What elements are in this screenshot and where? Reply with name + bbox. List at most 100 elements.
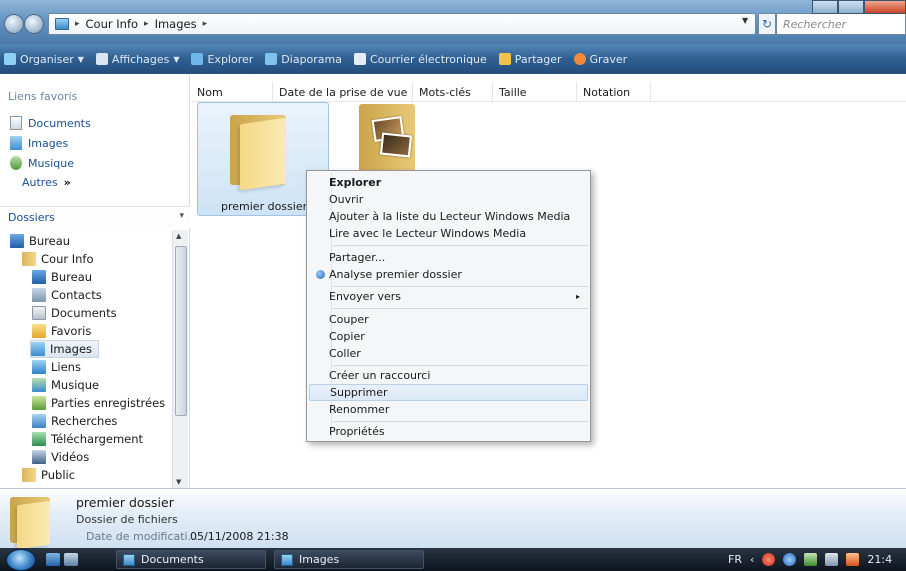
column-rating[interactable]: Notation (577, 82, 651, 102)
menu-item-supprimer[interactable]: Supprimer (309, 384, 588, 401)
tree-item-images[interactable]: Images (30, 340, 100, 358)
menu-item-copier[interactable]: Copier (309, 328, 588, 345)
scrollbar-thumb[interactable] (175, 246, 187, 416)
show-desktop-icon[interactable] (46, 553, 60, 566)
menu-item-ouvrir[interactable]: Ouvrir (309, 191, 588, 208)
menu-item-explorer[interactable]: Explorer (309, 174, 588, 191)
task-documents[interactable]: Documents (116, 550, 266, 569)
favorite-documents-label: Documents (28, 116, 91, 130)
security-icon[interactable] (762, 553, 776, 566)
menu-item-analyse[interactable]: Analyse premier dossier (309, 266, 588, 283)
slideshow-button[interactable]: Diaporama (265, 53, 342, 66)
forward-button[interactable] (24, 14, 44, 34)
favorite-music-label: Musique (28, 156, 74, 170)
tree-item-musique[interactable]: Musique (32, 376, 99, 394)
music-icon (10, 156, 22, 170)
views-button[interactable]: Affichages ▼ (95, 52, 179, 66)
tree-item-parties-enregistrees[interactable]: Parties enregistrées (32, 394, 165, 412)
column-name[interactable]: Nom (191, 82, 273, 102)
email-button[interactable]: Courrier électronique (354, 53, 487, 66)
tree-item-label: Bureau (51, 270, 93, 284)
favorite-documents[interactable]: Documents (10, 116, 91, 130)
switch-windows-icon[interactable] (64, 553, 78, 566)
column-size[interactable]: Taille (493, 82, 577, 102)
menu-item-partager[interactable]: Partager... (309, 249, 588, 266)
search-input[interactable]: Rechercher (776, 13, 906, 35)
tree-item-public[interactable]: Public (22, 466, 75, 484)
menu-item-proprietes[interactable]: Propriétés (309, 423, 588, 440)
document-icon (32, 306, 46, 320)
menu-item-renommer[interactable]: Renommer (309, 401, 588, 418)
favorite-music[interactable]: Musique (10, 156, 74, 170)
menu-item-lire-lecteur[interactable]: Lire avec le Lecteur Windows Media (309, 225, 588, 242)
tree-item-liens[interactable]: Liens (32, 358, 81, 376)
tray-expand-icon[interactable]: ‹ (750, 553, 754, 566)
video-icon (32, 450, 46, 464)
tree-item-bureau[interactable]: Bureau (10, 232, 70, 250)
menu-item-ajouter-lecteur[interactable]: Ajouter à la liste du Lecteur Windows Me… (309, 208, 588, 225)
breadcrumb-cour-info[interactable]: Cour Info (86, 17, 139, 31)
start-button[interactable] (6, 549, 36, 571)
organize-button[interactable]: Organiser ▼ (4, 53, 84, 66)
breadcrumb-arrow-icon: ▸ (202, 19, 208, 29)
tree-item-contacts[interactable]: Contacts (32, 286, 102, 304)
photo-thumbnail (379, 132, 413, 158)
tree-item-documents[interactable]: Documents (32, 304, 117, 322)
power-icon[interactable] (846, 553, 860, 566)
explore-button[interactable]: Explorer (191, 53, 253, 66)
burn-button[interactable]: Graver (573, 53, 627, 66)
minimize-button[interactable] (812, 0, 838, 14)
tree-item-label: Vidéos (51, 450, 90, 464)
menu-item-couper[interactable]: Couper (309, 311, 588, 328)
clock[interactable]: 21:4 (867, 553, 892, 566)
favorite-images[interactable]: Images (10, 136, 68, 150)
tree-item-label: Documents (51, 306, 117, 320)
photo-folder-icon[interactable] (359, 104, 415, 174)
column-date-taken[interactable]: Date de la prise de vue (273, 82, 413, 102)
tree-item-videos[interactable]: Vidéos (32, 448, 89, 466)
scroll-down-icon[interactable]: ▼ (176, 478, 181, 486)
folders-header[interactable]: Dossiers ▾ (0, 206, 190, 228)
views-label: Affichages (111, 52, 170, 66)
task-images[interactable]: Images (274, 550, 424, 569)
volume-icon[interactable] (825, 553, 839, 566)
tree-item-cour-info[interactable]: Cour Info (22, 250, 94, 268)
title-bar: ▸ Cour Info ▸ Images ▸ ▼ ↻ Rechercher (0, 0, 906, 44)
favorites-more-button[interactable]: Autres » (22, 176, 71, 189)
folder-icon (123, 553, 135, 566)
address-bar[interactable]: ▸ Cour Info ▸ Images ▸ (48, 13, 756, 35)
close-button[interactable] (864, 0, 906, 14)
window-controls (812, 0, 906, 14)
burn-icon (573, 53, 586, 65)
language-indicator[interactable]: FR (728, 553, 742, 566)
tree-item-label: Recherches (51, 414, 118, 428)
tree-item-label: Bureau (29, 234, 71, 248)
tree-item-favoris[interactable]: Favoris (32, 322, 91, 340)
breadcrumb-arrow-icon: ▸ (75, 19, 80, 29)
column-tags[interactable]: Mots-clés (413, 82, 493, 102)
menu-item-creer-raccourci[interactable]: Créer un raccourci (309, 367, 588, 384)
document-icon (10, 116, 22, 130)
tree-item-label: Musique (51, 378, 100, 392)
menu-item-envoyer-vers[interactable]: Envoyer vers ▸ (309, 288, 588, 305)
folder-tree-scrollbar[interactable]: ▲ ▼ (172, 230, 188, 488)
tree-item-recherches[interactable]: Recherches (32, 412, 117, 430)
scroll-up-icon[interactable]: ▲ (176, 232, 181, 240)
chevron-down-icon[interactable]: ▾ (179, 211, 184, 221)
refresh-icon[interactable]: ↻ (758, 13, 776, 35)
breadcrumb-images[interactable]: Images (155, 17, 197, 31)
back-button[interactable] (4, 14, 24, 34)
folder-icon (22, 468, 36, 482)
folder-icon (281, 553, 293, 566)
antivirus-icon[interactable] (783, 553, 797, 566)
address-dropdown-icon[interactable]: ▼ (742, 16, 752, 32)
tree-item-telechargement[interactable]: Téléchargement (32, 430, 143, 448)
menu-item-coller[interactable]: Coller (309, 345, 588, 362)
tree-item-bureau-sub[interactable]: Bureau (32, 268, 92, 286)
details-date-value: 05/11/2008 21:38 (190, 530, 289, 543)
share-button[interactable]: Partager (498, 53, 562, 66)
folder-item-label: premier dossier (221, 200, 308, 213)
email-icon (354, 53, 366, 65)
network-icon[interactable] (804, 553, 818, 566)
maximize-button[interactable] (838, 0, 864, 14)
